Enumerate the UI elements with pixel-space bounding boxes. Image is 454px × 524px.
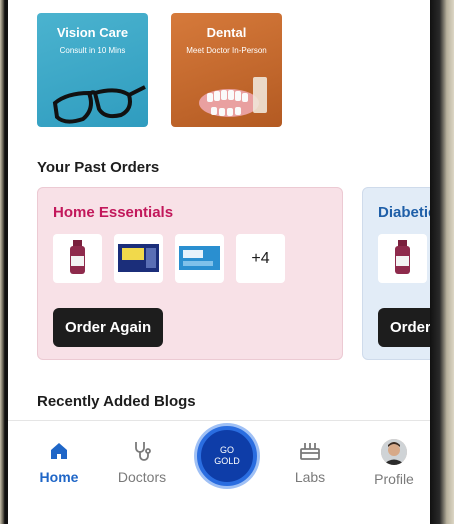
nav-doctors-label: Doctors <box>117 469 167 485</box>
nav-home[interactable]: Home <box>19 439 99 485</box>
diabetic-title: Diabetic <box>378 204 430 221</box>
nav-home-label: Home <box>39 469 79 485</box>
vision-care-subtitle: Consult in 10 Mins <box>59 46 126 55</box>
nav-labs-label: Labs <box>294 469 326 485</box>
go-gold-button[interactable]: GO GOLD <box>197 426 257 486</box>
app-screen: Vision Care Consult in 10 Mins Dental Me… <box>8 0 430 510</box>
go-gold-line2: GOLD <box>214 456 240 466</box>
eyeglasses-icon <box>52 85 146 124</box>
blogs-title: Recently Added Blogs <box>37 393 196 410</box>
nav-profile[interactable]: Profile <box>354 439 430 487</box>
home-essentials-title: Home Essentials <box>53 204 174 221</box>
stethoscope-icon <box>135 442 151 461</box>
medicine-box-image <box>114 234 163 283</box>
vision-care-title: Vision Care <box>56 25 129 40</box>
nav-profile-label: Profile <box>374 471 414 487</box>
order-again-button[interactable]: Order Again <box>53 308 164 347</box>
home-essentials-card[interactable]: Home Essentials +4 Order Again <box>37 187 343 360</box>
home-icon <box>51 443 67 459</box>
syrup-bottle-image <box>53 234 102 283</box>
dental-subtitle: Meet Doctor In-Person <box>186 46 267 55</box>
go-gold-line1: GO <box>219 445 234 455</box>
more-items-badge[interactable]: +4 <box>236 234 285 283</box>
nav-doctors[interactable]: Doctors <box>102 439 182 485</box>
past-orders-title: Your Past Orders <box>37 159 160 176</box>
syrup-bottle-image <box>378 234 427 283</box>
nav-labs[interactable]: Labs <box>270 439 350 485</box>
test-tubes-icon <box>300 443 320 460</box>
dental-tile[interactable]: Dental Meet Doctor In-Person <box>171 13 282 127</box>
order-button[interactable]: Order <box>378 308 430 347</box>
phone-frame-right <box>430 0 454 524</box>
phone-frame-left <box>0 0 8 524</box>
tablet-strip-image <box>175 234 224 283</box>
vision-care-tile[interactable]: Vision Care Consult in 10 Mins <box>37 13 148 127</box>
avatar <box>381 439 407 465</box>
dental-title: Dental <box>206 25 247 40</box>
dentures-icon <box>199 77 267 117</box>
diabetic-card[interactable]: Diabetic Order <box>362 187 430 360</box>
